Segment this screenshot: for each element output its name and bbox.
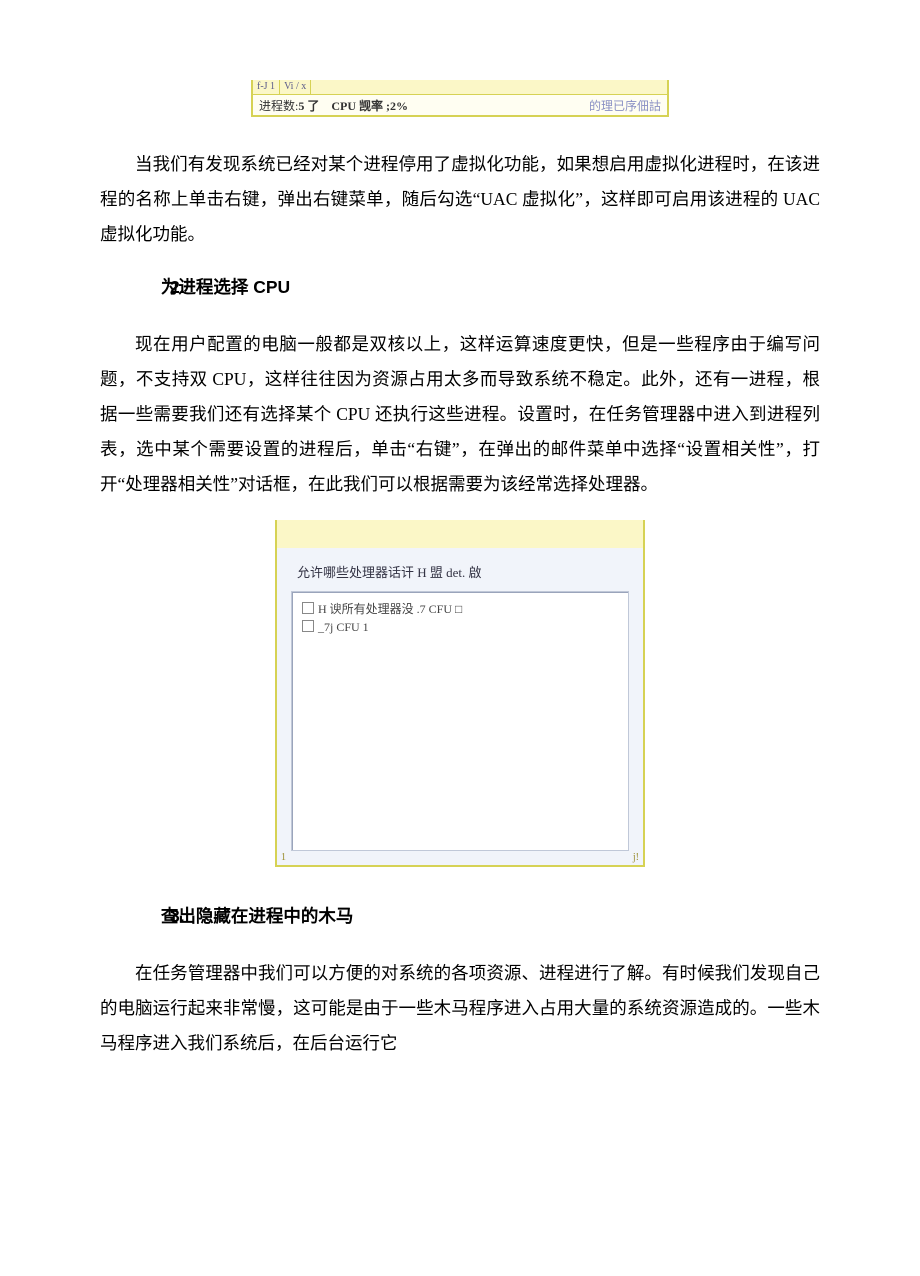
cpu-usage: CPU 觊率 ;2% — [325, 97, 414, 114]
process-value: 5 了 — [298, 99, 319, 113]
heading-3-text: 查出隐藏在进程中的木马 — [161, 906, 354, 926]
dialog-prompt: 允许哪些处理器话讦 H 盟 det. 啟 — [277, 548, 643, 591]
dialog-titlebar — [277, 520, 643, 548]
cpu-label-text: CPU 觊率 ; — [331, 99, 390, 113]
heading-2-text: 为进程选择 CPU — [161, 277, 290, 297]
dialog-bottom-left-marker: 1 — [281, 852, 286, 863]
document-page: f-J 1 Vi / x 进程数:5 了 CPU 觊率 ;2% 的理已序佃詁 当… — [0, 0, 920, 1139]
cpu-row-all-label: H 谀所有处理器没 .7 CFU □ — [318, 602, 462, 616]
process-count-label: 进程数:5 了 — [253, 97, 325, 114]
status-cell-1: f-J 1 — [253, 80, 280, 94]
cpu-listbox: H 谀所有处理器没 .7 CFU □ _7j CFU 1 — [291, 591, 629, 851]
checkbox-icon[interactable] — [302, 602, 314, 614]
paragraph-1: 当我们有发现系统已经对某个进程停用了虚拟化功能，如果想启用虚拟化进程时，在该进程… — [100, 147, 820, 252]
cpu-row-1-label: _7j CFU 1 — [318, 620, 369, 634]
cpu-value: 2% — [390, 99, 408, 113]
paragraph-3: 在任务管理器中我们可以方便的对系统的各项资源、进程进行了解。有时候我们发现自己的… — [100, 956, 820, 1061]
right-status-text: 的理已序佃詁 — [583, 97, 667, 114]
statusbar-bottom-row: 进程数:5 了 CPU 觊率 ;2% 的理已序佃詁 — [253, 95, 667, 115]
heading-3-number: 3. — [135, 899, 156, 934]
paragraph-2: 现在用户配置的电脑一般都是双核以上，这样运算速度更快，但是一些程序由于编写问题，… — [100, 327, 820, 502]
process-label-text: 进程数: — [259, 99, 298, 113]
figure-taskmgr-status: f-J 1 Vi / x 进程数:5 了 CPU 觊率 ;2% 的理已序佃詁 — [251, 80, 669, 117]
affinity-dialog: 允许哪些处理器话讦 H 盟 det. 啟 H 谀所有处理器没 .7 CFU □ … — [275, 520, 645, 867]
status-spacer — [311, 80, 667, 94]
statusbar-top-row: f-J 1 Vi / x — [253, 80, 667, 95]
dialog-bottom-right-marker: j! — [633, 852, 639, 863]
cpu-row-all[interactable]: H 谀所有处理器没 .7 CFU □ — [302, 600, 618, 618]
checkbox-icon[interactable] — [302, 620, 314, 632]
cpu-row-1[interactable]: _7j CFU 1 — [302, 618, 618, 636]
figure-affinity-dialog: 允许哪些处理器话讦 H 盟 det. 啟 H 谀所有处理器没 .7 CFU □ … — [275, 520, 645, 867]
status-cell-2: Vi / x — [280, 80, 311, 94]
taskmgr-statusbar: f-J 1 Vi / x 进程数:5 了 CPU 觊率 ;2% 的理已序佃詁 — [251, 80, 669, 117]
heading-3: 3. 查出隐藏在进程中的木马 — [100, 899, 820, 934]
heading-2: 2. 为进程选择 CPU — [100, 270, 820, 305]
heading-2-number: 2. — [135, 270, 156, 305]
